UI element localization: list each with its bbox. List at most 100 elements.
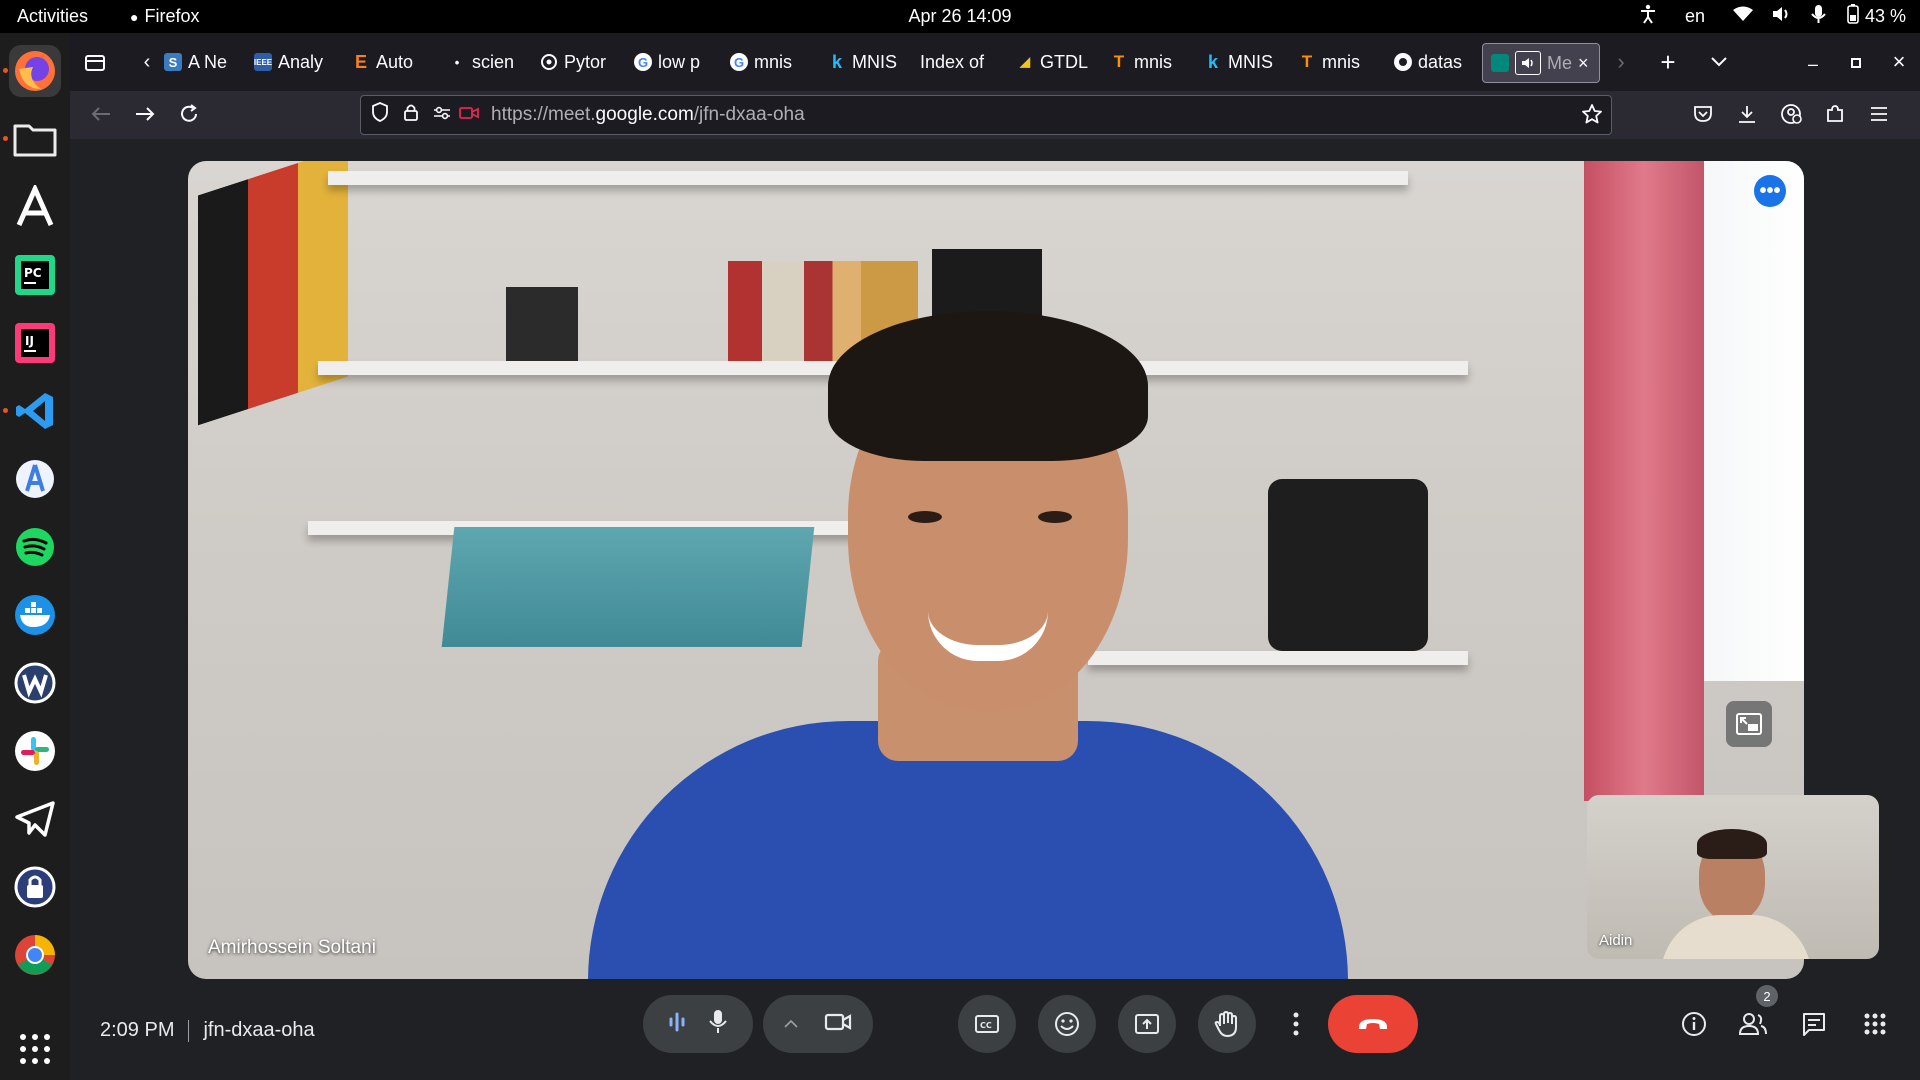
pycharm-icon: PC xyxy=(15,255,55,295)
permissions-icon[interactable] xyxy=(433,104,451,126)
picture-in-picture-button[interactable] xyxy=(1726,701,1772,747)
pycharm-launcher[interactable]: PC xyxy=(9,249,61,301)
firefox-launcher[interactable] xyxy=(9,45,61,97)
navigation-toolbar: https://meet.google.com/jfn-dxaa-oha xyxy=(70,91,1920,139)
docker-icon xyxy=(15,595,55,635)
menu-button[interactable] xyxy=(1866,101,1892,127)
back-button[interactable] xyxy=(88,101,114,127)
shelf xyxy=(1088,651,1468,665)
arrow-right-icon xyxy=(136,107,155,121)
new-tab-button[interactable]: + xyxy=(1655,47,1681,77)
forward-button[interactable] xyxy=(132,101,158,127)
chrome-icon xyxy=(15,935,55,975)
language-indicator[interactable]: en xyxy=(1685,6,1705,27)
self-view-tile[interactable]: Aidin xyxy=(1587,795,1879,959)
docker-launcher[interactable] xyxy=(9,589,61,641)
firefox-view-button[interactable] xyxy=(82,49,108,75)
chevron-up-icon[interactable] xyxy=(784,1015,798,1033)
reactions-button[interactable] xyxy=(1038,995,1096,1053)
download-icon xyxy=(1739,106,1755,123)
tab-label: mnis xyxy=(1322,51,1361,72)
flag-decoration xyxy=(198,161,348,426)
vscode-launcher[interactable] xyxy=(9,385,61,437)
lock-app-launcher[interactable] xyxy=(9,861,61,913)
camera-sharing-icon[interactable] xyxy=(459,104,479,126)
list-all-tabs-button[interactable] xyxy=(1706,49,1732,75)
dot-icon: • xyxy=(454,54,460,70)
extensions-button[interactable] xyxy=(1822,101,1848,127)
lock-icon[interactable] xyxy=(403,103,419,127)
volume-icon xyxy=(1771,5,1791,28)
firefox-icon xyxy=(15,51,55,91)
tab-0[interactable]: S A Ne xyxy=(164,43,244,81)
telegram-launcher[interactable] xyxy=(9,793,61,845)
people-button[interactable]: 2 xyxy=(1736,985,1778,1041)
raise-hand-button[interactable] xyxy=(1198,995,1256,1053)
tab-4[interactable]: Pytor xyxy=(540,43,620,81)
app-center-launcher[interactable] xyxy=(9,181,61,233)
clock[interactable]: Apr 26 14:09 xyxy=(0,6,1920,27)
show-apps-button[interactable] xyxy=(9,1023,61,1075)
tab-12[interactable]: T mnis xyxy=(1298,43,1370,81)
tab-2[interactable]: E Auto xyxy=(352,43,424,81)
bookmark-star-icon[interactable] xyxy=(1581,103,1603,131)
main-video-tile[interactable]: ••• Amirhossein Soltani xyxy=(188,161,1804,979)
accessibility-icon[interactable] xyxy=(1639,4,1657,29)
account-button[interactable] xyxy=(1778,101,1804,127)
tab-6[interactable]: G mnis xyxy=(730,43,802,81)
meeting-details-button[interactable] xyxy=(1677,1007,1711,1041)
system-tray[interactable]: en 43 % xyxy=(1639,4,1906,29)
leave-call-button[interactable] xyxy=(1328,995,1418,1053)
picture-frame-decoration xyxy=(506,287,578,361)
self-view-body xyxy=(1661,915,1811,959)
shield-icon[interactable] xyxy=(371,102,389,128)
tab-14-active[interactable]: Me × xyxy=(1482,43,1600,83)
activities-button-meet[interactable] xyxy=(1858,1007,1892,1041)
scroll-tabs-right-button[interactable]: › xyxy=(1608,49,1634,75)
minimize-button[interactable]: – xyxy=(1800,51,1826,77)
spotify-launcher[interactable] xyxy=(9,521,61,573)
android-studio-launcher[interactable] xyxy=(9,453,61,505)
video-camera-icon[interactable] xyxy=(824,1012,852,1037)
pocket-button[interactable] xyxy=(1690,101,1716,127)
tab-13[interactable]: datas xyxy=(1394,43,1468,81)
close-window-button[interactable]: × xyxy=(1886,49,1912,75)
puzzle-icon xyxy=(1827,105,1843,122)
tab-label: Me xyxy=(1547,52,1573,73)
tab-9[interactable]: ◢ GTDL xyxy=(1016,43,1096,81)
tab-label: scien xyxy=(472,51,515,72)
microphone-control[interactable] xyxy=(643,995,753,1053)
intellij-launcher[interactable]: IJ xyxy=(9,317,61,369)
scroll-tabs-left-button[interactable]: ‹ xyxy=(134,49,160,75)
speaker-icon[interactable] xyxy=(1515,51,1541,75)
curtain-background xyxy=(1584,161,1704,801)
downloads-button[interactable] xyxy=(1734,101,1760,127)
slack-launcher[interactable] xyxy=(9,725,61,777)
url-text[interactable]: https://meet.google.com/jfn-dxaa-oha xyxy=(491,104,805,126)
chat-button[interactable] xyxy=(1797,1007,1831,1041)
chrome-launcher[interactable] xyxy=(9,929,61,981)
webstorm-launcher[interactable] xyxy=(9,657,61,709)
tab-3[interactable]: • scien xyxy=(448,43,524,81)
files-launcher[interactable] xyxy=(9,113,61,165)
tab-8[interactable]: Index of xyxy=(920,43,998,81)
reload-button[interactable] xyxy=(176,101,202,127)
microphone-icon[interactable] xyxy=(708,1009,728,1040)
url-bar[interactable]: https://meet.google.com/jfn-dxaa-oha xyxy=(360,95,1612,135)
tab-10[interactable]: T mnis xyxy=(1110,43,1182,81)
present-screen-button[interactable] xyxy=(1118,995,1176,1053)
tab-1[interactable]: IEEE Analy xyxy=(254,43,326,81)
kaggle-icon: k xyxy=(1207,51,1218,72)
close-tab-icon[interactable]: × xyxy=(1578,53,1589,74)
tile-more-options-button[interactable]: ••• xyxy=(1754,175,1786,207)
camera-control[interactable] xyxy=(763,995,873,1053)
more-options-button[interactable] xyxy=(1281,995,1311,1053)
tab-label: Index of xyxy=(920,51,985,72)
tab-7[interactable]: k MNIS xyxy=(828,43,898,81)
people-icon xyxy=(1738,1013,1767,1035)
maximize-button[interactable] xyxy=(1843,50,1869,76)
chat-icon xyxy=(1803,1013,1825,1036)
tab-11[interactable]: k MNIS xyxy=(1204,43,1274,81)
tab-5[interactable]: G low p xyxy=(634,43,708,81)
captions-button[interactable]: CC xyxy=(958,995,1016,1053)
